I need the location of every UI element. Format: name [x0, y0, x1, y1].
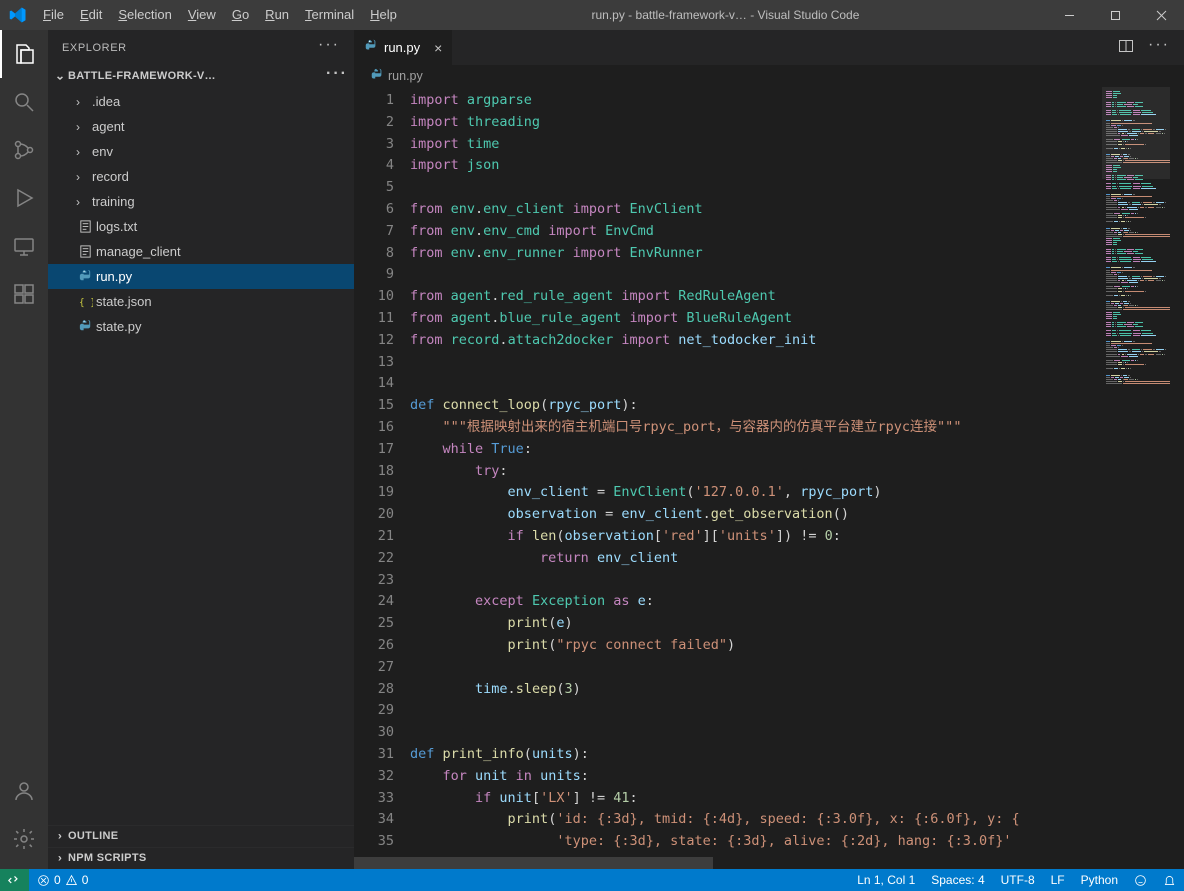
remote-icon[interactable]: [0, 222, 48, 270]
sidebar-header: EXPLORER ···: [48, 30, 354, 65]
sidebar: EXPLORER ··· ⌄ BATTLE-FRAMEWORK-V… ··· ›…: [48, 30, 354, 869]
python-icon: [370, 68, 384, 85]
tab-label: run.py: [384, 40, 420, 55]
npm-title: NPM SCRIPTS: [68, 852, 146, 864]
file-item[interactable]: manage_client: [48, 239, 354, 264]
outline-title: OUTLINE: [68, 830, 118, 842]
notifications-icon[interactable]: [1155, 873, 1184, 887]
encoding-status[interactable]: UTF-8: [993, 873, 1043, 887]
problems-status[interactable]: 0 0: [29, 873, 96, 887]
workspace-pane: ⌄ BATTLE-FRAMEWORK-V… ··· ›.idea›agent›e…: [48, 65, 354, 339]
chevron-right-icon: ›: [76, 95, 90, 109]
outline-header[interactable]: › OUTLINE: [48, 825, 354, 847]
line-gutter: 1234567891011121314151617181920212223242…: [354, 87, 410, 857]
editor-column: run.py × ··· run.py 12345678910111213141…: [354, 30, 1184, 869]
search-icon[interactable]: [0, 78, 48, 126]
workspace-header[interactable]: ⌄ BATTLE-FRAMEWORK-V… ···: [48, 65, 354, 87]
minimize-button[interactable]: [1046, 0, 1092, 30]
menu-file[interactable]: File: [35, 0, 72, 30]
explorer-icon[interactable]: [0, 30, 48, 78]
sidebar-title: EXPLORER: [62, 42, 127, 54]
folder-item[interactable]: ›training: [48, 189, 354, 214]
chevron-right-icon: ›: [76, 120, 90, 134]
status-bar: 0 0 Ln 1, Col 1 Spaces: 4 UTF-8 LF Pytho…: [0, 869, 1184, 891]
file-item[interactable]: state.py: [48, 314, 354, 339]
folder-item[interactable]: ›record: [48, 164, 354, 189]
horizontal-scrollbar[interactable]: [354, 857, 1102, 869]
py-icon: [76, 319, 94, 334]
close-button[interactable]: [1138, 0, 1184, 30]
menubar: FileEditSelectionViewGoRunTerminalHelp: [35, 0, 405, 30]
vscode-logo-icon: [0, 6, 35, 24]
editor-more-icon[interactable]: ···: [1148, 41, 1170, 49]
feedback-icon[interactable]: [1126, 873, 1155, 887]
menu-help[interactable]: Help: [362, 0, 405, 30]
minimap-viewport[interactable]: [1102, 87, 1170, 179]
menu-view[interactable]: View: [180, 0, 224, 30]
chevron-right-icon: ›: [52, 852, 68, 865]
text-icon: [76, 244, 94, 259]
menu-go[interactable]: Go: [224, 0, 257, 30]
tabs-bar: run.py × ···: [354, 30, 1184, 65]
workspace-actions[interactable]: ···: [326, 70, 348, 78]
accounts-icon[interactable]: [0, 767, 48, 815]
language-status[interactable]: Python: [1073, 873, 1126, 887]
menu-edit[interactable]: Edit: [72, 0, 110, 30]
file-item[interactable]: run.py: [48, 264, 354, 289]
cursor-position[interactable]: Ln 1, Col 1: [849, 873, 923, 887]
chevron-right-icon: ›: [76, 145, 90, 159]
editor-body[interactable]: 1234567891011121314151617181920212223242…: [354, 87, 1184, 857]
window-title: run.py - battle-framework-v… - Visual St…: [405, 8, 1046, 22]
folder-item[interactable]: ›.idea: [48, 89, 354, 114]
file-tree: ›.idea›agent›env›record›traininglogs.txt…: [48, 87, 354, 339]
outline-pane: › OUTLINE: [48, 825, 354, 847]
main-split: EXPLORER ··· ⌄ BATTLE-FRAMEWORK-V… ··· ›…: [0, 30, 1184, 869]
chevron-right-icon: ›: [76, 170, 90, 184]
code-area[interactable]: import argparseimport threadingimport ti…: [410, 87, 1184, 857]
svg-text:{ }: { }: [78, 297, 92, 308]
chevron-down-icon: ⌄: [52, 70, 68, 83]
eol-status[interactable]: LF: [1043, 873, 1073, 887]
remote-indicator[interactable]: [0, 869, 29, 891]
minimap[interactable]: [1102, 87, 1170, 857]
text-icon: [76, 219, 94, 234]
python-icon: [364, 39, 378, 56]
menu-selection[interactable]: Selection: [110, 0, 179, 30]
file-item[interactable]: logs.txt: [48, 214, 354, 239]
folder-item[interactable]: ›env: [48, 139, 354, 164]
py-icon: [76, 269, 94, 284]
breadcrumb[interactable]: run.py: [354, 65, 1184, 87]
menu-run[interactable]: Run: [257, 0, 297, 30]
npm-header[interactable]: › NPM SCRIPTS: [48, 847, 354, 869]
npm-pane: › NPM SCRIPTS: [48, 847, 354, 869]
chevron-right-icon: ›: [76, 195, 90, 209]
breadcrumb-item: run.py: [388, 69, 423, 83]
titlebar: FileEditSelectionViewGoRunTerminalHelp r…: [0, 0, 1184, 30]
file-item[interactable]: { }state.json: [48, 289, 354, 314]
editor-actions: ···: [1118, 30, 1184, 65]
window-controls: [1046, 0, 1184, 30]
chevron-right-icon: ›: [52, 830, 68, 843]
split-editor-icon[interactable]: [1118, 38, 1134, 57]
maximize-button[interactable]: [1092, 0, 1138, 30]
workspace-name: BATTLE-FRAMEWORK-V…: [68, 70, 216, 82]
extensions-icon[interactable]: [0, 270, 48, 318]
close-icon[interactable]: ×: [434, 40, 442, 56]
settings-gear-icon[interactable]: [0, 815, 48, 863]
scm-icon[interactable]: [0, 126, 48, 174]
sidebar-more-icon[interactable]: ···: [318, 41, 340, 49]
debug-icon[interactable]: [0, 174, 48, 222]
menu-terminal[interactable]: Terminal: [297, 0, 362, 30]
activity-bar: [0, 30, 48, 869]
indentation-status[interactable]: Spaces: 4: [923, 873, 992, 887]
json-icon: { }: [76, 294, 94, 309]
folder-item[interactable]: ›agent: [48, 114, 354, 139]
tab-run-py[interactable]: run.py ×: [354, 30, 453, 65]
